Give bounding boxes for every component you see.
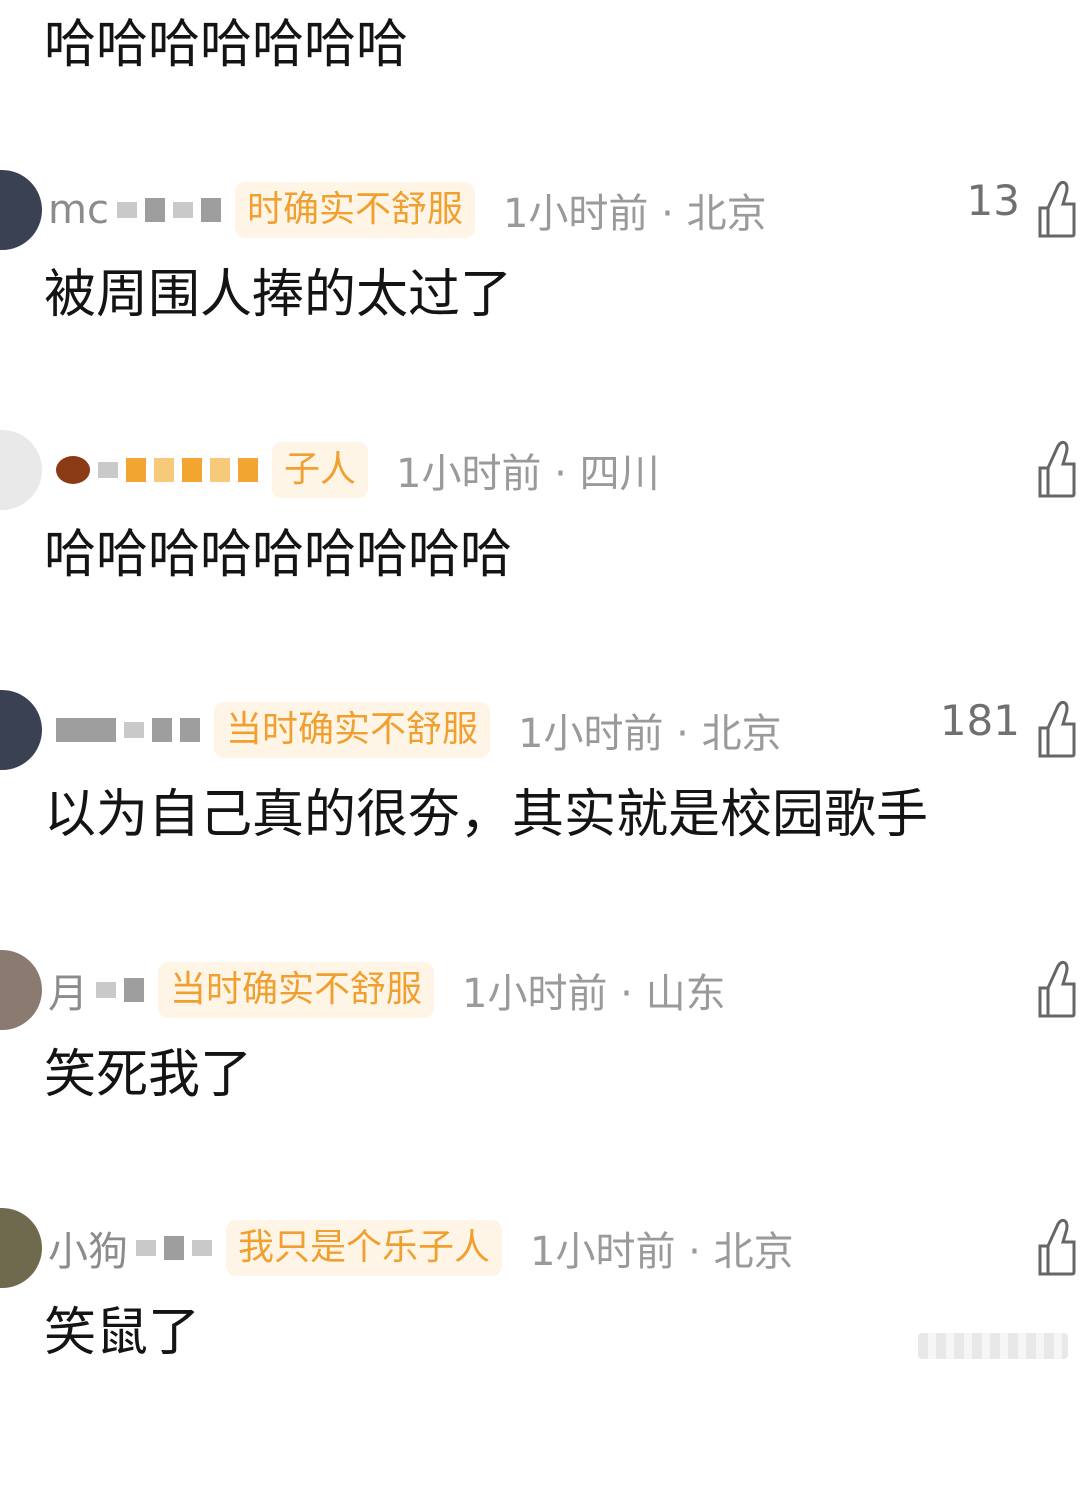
comment-meta: 子人 1小时前 · 四川 — [48, 438, 660, 502]
fan-badge[interactable]: 当时确实不舒服 — [158, 962, 435, 1018]
like-count: 13 — [966, 176, 1020, 225]
comment-meta: 小狗 我只是个乐子人 1小时前 · 北京 — [48, 1216, 794, 1280]
thumbs-up-icon[interactable] — [1036, 698, 1076, 760]
comment-text: 以为自己真的很夯，其实就是校园歌手 — [44, 785, 929, 845]
comment-meta: mc 时确实不舒服 1小时前 · 北京 — [48, 178, 767, 242]
fan-badge[interactable]: 子人 — [272, 442, 369, 498]
redacted-username — [56, 456, 258, 484]
time-location: 1小时前 · 山东 — [462, 971, 726, 1017]
comment-meta: 月 当时确实不舒服 1小时前 · 山东 — [48, 958, 726, 1022]
comment-item: mc 时确实不舒服 1小时前 · 北京 13 被周围人捧的太过了 — [0, 170, 1080, 470]
comment-meta: 当时确实不舒服 1小时前 · 北京 — [48, 698, 782, 762]
comment-text: 哈哈哈哈哈哈哈哈哈 — [44, 525, 513, 585]
thumbs-up-icon[interactable] — [1036, 438, 1076, 500]
username[interactable]: mc — [48, 187, 109, 233]
fan-badge[interactable]: 时确实不舒服 — [234, 182, 475, 238]
like-count: 181 — [939, 696, 1020, 745]
time-location: 1小时前 · 北京 — [518, 711, 782, 757]
fan-badge[interactable]: 当时确实不舒服 — [214, 702, 491, 758]
comment-item: 月 当时确实不舒服 1小时前 · 山东 笑死我了 — [0, 950, 1080, 1250]
comment-text: 笑鼠了 — [44, 1303, 201, 1363]
thumbs-up-icon[interactable] — [1036, 1216, 1076, 1278]
redacted-username — [136, 1236, 212, 1260]
time-location: 1小时前 · 北京 — [530, 1229, 794, 1275]
comment-text: 笑死我了 — [44, 1045, 253, 1105]
time-location: 1小时前 · 四川 — [396, 451, 660, 497]
comment-item: 小狗 我只是个乐子人 1小时前 · 北京 笑鼠了 — [0, 1208, 1080, 1508]
time-location: 1小时前 · 北京 — [502, 191, 767, 237]
comment-text: 被周围人捧的太过了 — [44, 265, 513, 325]
username[interactable]: 小狗 — [48, 1219, 128, 1277]
thumbs-up-icon[interactable] — [1036, 178, 1076, 240]
watermark — [918, 1333, 1068, 1359]
username[interactable]: 月 — [48, 961, 88, 1019]
user-avatar[interactable] — [0, 170, 42, 250]
fan-badge[interactable]: 我只是个乐子人 — [226, 1220, 503, 1276]
redacted-username — [116, 198, 221, 222]
redacted-username — [56, 718, 200, 742]
comment-item: 子人 1小时前 · 四川 哈哈哈哈哈哈哈哈哈 — [0, 430, 1080, 730]
comment-text: 哈哈哈哈哈哈哈 — [44, 15, 409, 75]
comment-item: 当时确实不舒服 1小时前 · 北京 181 以为自己真的很夯，其实就是校园歌手 — [0, 690, 1080, 990]
redacted-username — [96, 978, 144, 1002]
thumbs-up-icon[interactable] — [1036, 958, 1076, 1020]
